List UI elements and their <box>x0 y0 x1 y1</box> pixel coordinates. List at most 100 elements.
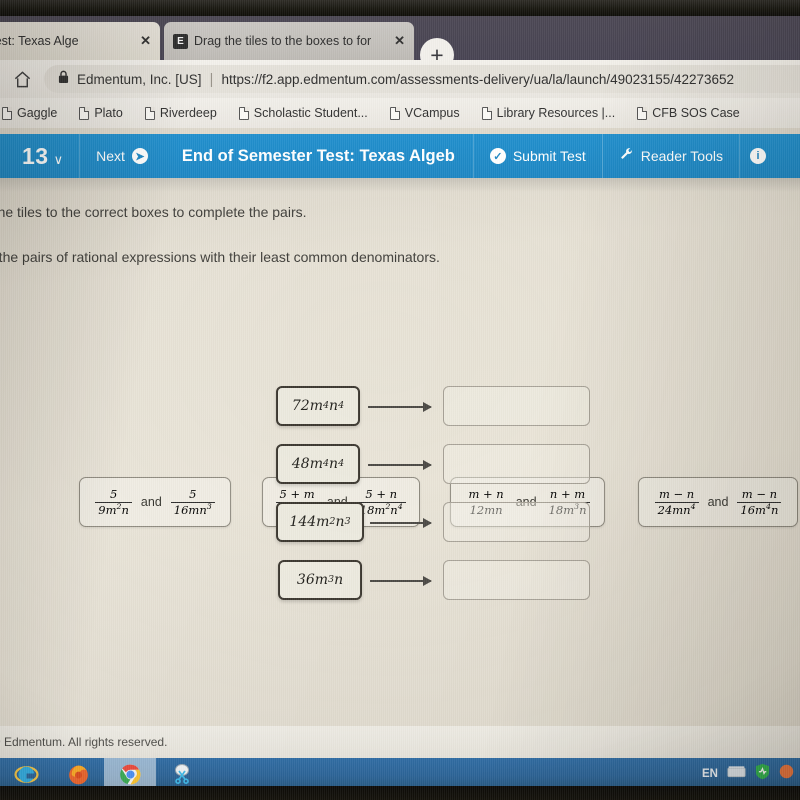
pair-math-4: m − n 24mn4 and m − n 16m4n <box>654 486 782 517</box>
info-button[interactable]: i <box>740 134 776 178</box>
bookmark-vcampus[interactable]: VCampus <box>379 106 471 120</box>
numerator: n + m <box>549 486 586 501</box>
page-icon <box>637 106 648 120</box>
urlbar-divider: | <box>209 70 214 88</box>
language-indicator[interactable]: EN <box>702 768 718 780</box>
page-icon <box>238 106 249 120</box>
tab-title: Drag the tiles to the boxes to for <box>194 34 372 48</box>
bookmark-label: Library Resources |... <box>496 106 616 120</box>
conjunction-label: and <box>707 495 729 509</box>
denominator: 18m2n4 <box>356 501 406 517</box>
fraction-left: 5 9m2n <box>95 488 132 516</box>
browser-urlbar-row: Edmentum, Inc. [US] | https://f2.app.edm… <box>0 60 800 98</box>
bookmark-label: Riverdeep <box>159 106 217 120</box>
page-icon <box>481 106 492 120</box>
screen-photo: mester Test: Texas Alge ✕ E Drag the til… <box>0 0 800 800</box>
reader-tools-label: Reader Tools <box>640 148 723 164</box>
browser-tab-inactive[interactable]: mester Test: Texas Alge ✕ <box>0 22 160 60</box>
numerator: 5 <box>189 486 197 501</box>
toolbar-next-label: Next <box>96 148 125 164</box>
browser-tab-active[interactable]: E Drag the tiles to the boxes to for ✕ <box>164 22 414 60</box>
dropzone-3[interactable] <box>443 502 590 542</box>
bookmark-label: Scholastic Student... <box>253 106 368 120</box>
bookmark-riverdeep[interactable]: Riverdeep <box>134 106 228 120</box>
arrow-right-circle-icon: ➤ <box>131 148 148 164</box>
home-icon[interactable] <box>0 70 44 89</box>
bookmark-label: Plato <box>94 106 123 120</box>
answer-tile-2[interactable]: 48m 4 n 4 <box>276 444 360 484</box>
page-icon <box>2 106 12 120</box>
page-icon <box>389 106 400 120</box>
page-icon <box>144 106 155 120</box>
close-icon[interactable]: ✕ <box>138 33 151 49</box>
bookmark-gaggle[interactable]: Gaggle <box>0 106 68 120</box>
tab-title: mester Test: Texas Alge <box>0 34 79 48</box>
bookmark-label: VCampus <box>404 106 460 120</box>
answer-tile-4[interactable]: 36m 3 n <box>278 560 362 600</box>
browser-tabstrip: mester Test: Texas Alge ✕ E Drag the til… <box>0 16 800 72</box>
check-circle-icon: ✓ <box>489 148 506 164</box>
numerator: 5 + m <box>279 486 315 501</box>
submit-test-button[interactable]: ✓ Submit Test <box>474 134 602 178</box>
system-tray: EN <box>702 763 800 785</box>
numerator: 5 + n <box>365 486 398 501</box>
assessment-toolbar: 13 ∨ Next ➤ End of Semester Test: Texas … <box>0 134 800 178</box>
match-arrow-4 <box>370 576 432 586</box>
conjunction-label: and <box>140 495 162 509</box>
pair-math-1: 5 9m2n and 5 16mn3 <box>95 486 215 517</box>
match-arrow-1 <box>368 402 432 412</box>
numerator: m − n <box>741 486 778 501</box>
url-text: https://f2.app.edmentum.com/assessments-… <box>221 71 735 87</box>
close-icon[interactable]: ✕ <box>392 33 405 49</box>
dropzone-1[interactable] <box>443 386 590 426</box>
site-identity-label: Edmentum, Inc. [US] <box>77 71 202 87</box>
dropzone-2[interactable] <box>443 444 590 484</box>
info-circle-icon: i <box>749 148 766 164</box>
drag-instruction-text: g the tiles to the correct boxes to comp… <box>0 204 307 220</box>
bookmark-cfb-sos-case[interactable]: CFB SOS Case <box>626 106 751 120</box>
keyboard-icon[interactable] <box>727 765 746 783</box>
numerator: 5 <box>109 486 118 501</box>
address-bar[interactable]: Edmentum, Inc. [US] | https://f2.app.edm… <box>44 65 800 93</box>
expression-pair-tile-4[interactable]: m − n 24mn4 and m − n 16m4n <box>638 477 798 527</box>
bookmarks-bar: Gaggle Plato Riverdeep Scholastic Studen… <box>0 98 800 128</box>
page-icon <box>79 106 90 120</box>
notification-icon[interactable] <box>779 764 794 784</box>
assessment-content: g the tiles to the correct boxes to comp… <box>0 178 800 726</box>
bookmark-scholastic-student[interactable]: Scholastic Student... <box>228 106 379 120</box>
answer-tile-3[interactable]: 144m 2 n 3 <box>276 502 364 542</box>
submit-test-label: Submit Test <box>512 148 586 164</box>
bookmark-library-resources[interactable]: Library Resources |... <box>471 106 627 120</box>
numerator: m + n <box>468 486 504 501</box>
dropzone-4[interactable] <box>443 560 590 600</box>
denominator: 16m4n <box>737 501 782 517</box>
toolbar-next-button[interactable]: Next ➤ <box>80 134 164 178</box>
question-number: 13 <box>22 142 49 169</box>
copyright-text: 9 Edmentum. All rights reserved. <box>0 735 168 749</box>
match-arrow-2 <box>368 460 432 470</box>
page-footer: 9 Edmentum. All rights reserved. <box>0 726 800 758</box>
bookmark-label: CFB SOS Case <box>652 106 740 120</box>
denominator: 16mn3 <box>170 501 215 517</box>
edmentum-favicon-icon: E <box>173 33 188 49</box>
wrench-icon <box>619 147 634 165</box>
fraction-right: 5 16mn3 <box>170 486 215 517</box>
numerator: m − n <box>658 486 695 501</box>
question-prompt-text: ch the pairs of rational expressions wit… <box>0 249 440 265</box>
test-title: End of Semester Test: Texas Algeb <box>181 146 455 165</box>
denominator: 9m2n <box>95 501 132 517</box>
fraction-right: 5 + n 18m2n4 <box>356 486 406 517</box>
reader-tools-button[interactable]: Reader Tools <box>603 134 739 178</box>
answer-tile-1[interactable]: 72m 4 n 4 <box>276 386 360 426</box>
chevron-down-icon: ∨ <box>53 151 64 167</box>
question-number-dropdown[interactable]: 13 ∨ <box>0 143 79 170</box>
monitor-bezel-top <box>0 0 800 16</box>
expression-pair-tile-1[interactable]: 5 9m2n and 5 16mn3 <box>79 477 231 527</box>
lock-icon <box>58 70 69 89</box>
fraction-right: m − n 16m4n <box>737 486 782 517</box>
fraction-left: m − n 24mn4 <box>654 486 699 516</box>
bookmark-plato[interactable]: Plato <box>68 106 134 120</box>
antivirus-shield-icon[interactable] <box>755 763 770 785</box>
monitor-bezel-bottom <box>0 786 800 800</box>
match-arrow-3 <box>370 518 432 528</box>
